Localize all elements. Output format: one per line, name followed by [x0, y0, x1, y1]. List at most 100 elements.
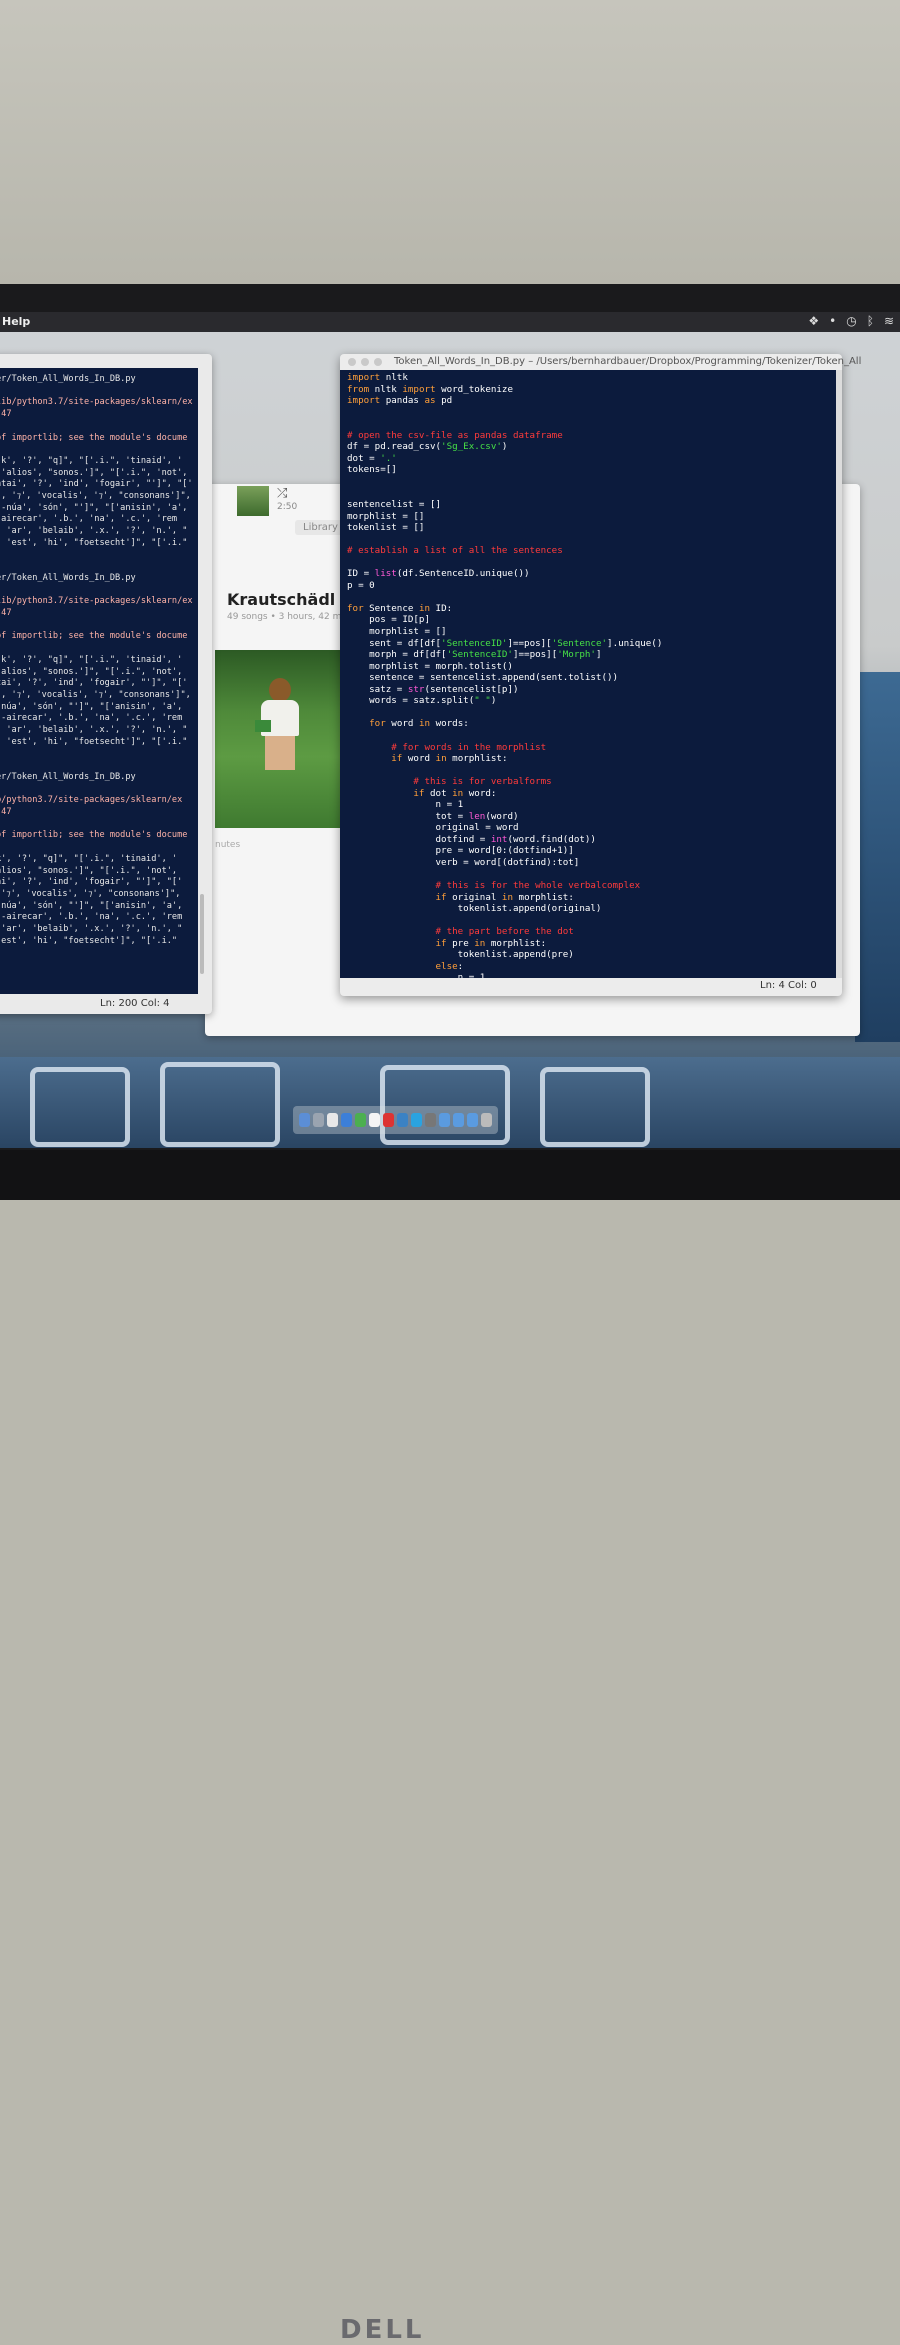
dropbox-icon[interactable]: ❖ [808, 314, 819, 328]
code-line[interactable]: original = word [347, 822, 836, 834]
code-line[interactable]: ID = list(df.SentenceID.unique()) [347, 568, 836, 580]
wifi-icon[interactable]: ≋ [884, 314, 894, 328]
code-line[interactable]: from nltk import word_tokenize [347, 384, 836, 396]
terminal-output[interactable]: er/Token_All_Words_In_DB.py lib/python3.… [0, 368, 198, 994]
code-line[interactable]: if original in morphlist: [347, 892, 836, 904]
zoom-button[interactable] [374, 358, 382, 366]
code-line[interactable]: # for words in the morphlist [347, 742, 836, 754]
terminal-line: '⁊', 'vocalis', '⁊', "consonans']", [0, 888, 181, 899]
code-line[interactable]: tokens=[] [347, 464, 836, 476]
code-line[interactable]: dotfind = int(word.find(dot)) [347, 834, 836, 846]
shuffle-icon[interactable]: ⤮ [277, 486, 287, 501]
now-playing-artwork[interactable] [237, 486, 269, 516]
code-line[interactable] [347, 407, 836, 419]
code-line[interactable]: if dot in word: [347, 788, 836, 800]
code-line[interactable]: # this is for the whole verbalcomplex [347, 880, 836, 892]
code-line[interactable] [347, 534, 836, 546]
dock-app-icon[interactable] [397, 1113, 408, 1127]
code-line[interactable]: if pre in morphlist: [347, 938, 836, 950]
code-line[interactable] [347, 418, 836, 430]
dock-safari-icon[interactable] [341, 1113, 352, 1127]
screen: Help ❖ • ◷ ᛒ ≋ ⤮ 2:50 Library Krautschäd… [0, 312, 900, 1148]
editor-scrollbar[interactable] [836, 370, 842, 978]
code-line[interactable]: tokenlist = [] [347, 522, 836, 534]
album-artwork[interactable] [215, 650, 345, 828]
code-line[interactable]: morphlist = [] [347, 626, 836, 638]
code-line[interactable]: # this is for verbalforms [347, 776, 836, 788]
code-line[interactable]: for word in words: [347, 718, 836, 730]
dock-telegram-icon[interactable] [411, 1113, 422, 1127]
editor-titlebar[interactable]: Token_All_Words_In_DB.py – /Users/bernha… [340, 354, 861, 370]
dock-folder-icon[interactable] [467, 1113, 478, 1127]
code-line[interactable] [347, 707, 836, 719]
minimize-button[interactable] [361, 358, 369, 366]
code-token: ) [501, 441, 508, 453]
code-line[interactable]: morph = df[df['SentenceID']==pos]['Morph… [347, 649, 836, 661]
code-line[interactable]: dot = '.' [347, 453, 836, 465]
code-token: tokenlist.append(original) [347, 903, 602, 915]
code-line[interactable]: for Sentence in ID: [347, 603, 836, 615]
code-line[interactable]: tokenlist.append(original) [347, 903, 836, 915]
code-line[interactable]: tot = len(word) [347, 811, 836, 823]
code-line[interactable]: satz = str(sentencelist[p]) [347, 684, 836, 696]
code-line[interactable]: pos = ID[p] [347, 614, 836, 626]
bluetooth-icon[interactable]: ᛒ [867, 314, 874, 328]
code-line[interactable]: import pandas as pd [347, 395, 836, 407]
code-token: in [474, 937, 486, 949]
trash-icon[interactable] [481, 1113, 492, 1127]
code-line[interactable]: sentencelist = [] [347, 499, 836, 511]
dock-app-icon[interactable] [425, 1113, 436, 1127]
code-line[interactable]: else: [347, 961, 836, 973]
library-button[interactable]: Library [295, 520, 346, 535]
code-line[interactable]: n = 1 [347, 972, 836, 978]
code-token: # establish a list of all the sentences [347, 545, 563, 557]
code-line[interactable] [347, 557, 836, 569]
dock-app-icon[interactable] [327, 1113, 338, 1127]
dock-folder-icon[interactable] [439, 1113, 450, 1127]
code-token: " " [474, 695, 491, 707]
code-line[interactable]: pre = word[0:(dotfind+1)] [347, 845, 836, 857]
code-line[interactable]: morphlist = [] [347, 511, 836, 523]
code-line[interactable]: morphlist = morph.tolist() [347, 661, 836, 673]
code-line[interactable]: words = satz.split(" ") [347, 695, 836, 707]
code-token: for [347, 602, 364, 614]
time-machine-icon[interactable]: ◷ [846, 314, 856, 328]
code-line[interactable] [347, 487, 836, 499]
code-line[interactable]: tokenlist.append(pre) [347, 949, 836, 961]
code-line[interactable] [347, 915, 836, 927]
code-line[interactable]: p = 0 [347, 580, 836, 592]
code-line[interactable]: n = 1 [347, 799, 836, 811]
terminal-window[interactable]: er/Token_All_Words_In_DB.py lib/python3.… [0, 354, 212, 1014]
dock-folder-icon[interactable] [453, 1113, 464, 1127]
dock-app-icon[interactable] [355, 1113, 366, 1127]
code-line[interactable]: sentence = sentencelist.append(sent.toli… [347, 672, 836, 684]
code-token: else [435, 960, 458, 972]
dock-finder-icon[interactable] [299, 1113, 310, 1127]
code-line[interactable] [347, 476, 836, 488]
code-text[interactable]: import nltk from nltk import word_tokeniz… [340, 370, 836, 978]
code-line[interactable] [347, 730, 836, 742]
close-button[interactable] [348, 358, 356, 366]
dock-app-icon[interactable] [383, 1113, 394, 1127]
editor-window[interactable]: Token_All_Words_In_DB.py – /Users/bernha… [340, 354, 861, 996]
terminal-scrollbar[interactable] [200, 894, 204, 974]
code-line[interactable] [347, 591, 836, 603]
code-line[interactable]: df = pd.read_csv('Sg_Ex.csv') [347, 441, 836, 453]
code-line[interactable]: # establish a list of all the sentences [347, 545, 836, 557]
code-line[interactable]: verb = word[(dotfind):tot] [347, 857, 836, 869]
terminal-line: -núa', 'són', "']", "['anisin', 'a', [0, 701, 183, 712]
code-line[interactable] [347, 765, 836, 777]
code-line[interactable]: if word in morphlist: [347, 753, 836, 765]
code-line[interactable] [347, 869, 836, 881]
dock-app-icon[interactable] [369, 1113, 380, 1127]
code-line[interactable]: import nltk [347, 372, 836, 384]
code-area[interactable]: import nltk from nltk import word_tokeniz… [340, 370, 836, 978]
code-token: import [402, 383, 436, 395]
dock-app-icon[interactable] [313, 1113, 324, 1127]
code-token: n = 1 [347, 972, 486, 978]
code-token: ]==pos][ [512, 649, 558, 661]
code-line[interactable]: sent = df[df['SentenceID']==pos]['Senten… [347, 638, 836, 650]
code-line[interactable]: # the part before the dot [347, 926, 836, 938]
menu-help[interactable]: Help [2, 315, 30, 328]
code-line[interactable]: # open the csv-file as pandas dataframe [347, 430, 836, 442]
